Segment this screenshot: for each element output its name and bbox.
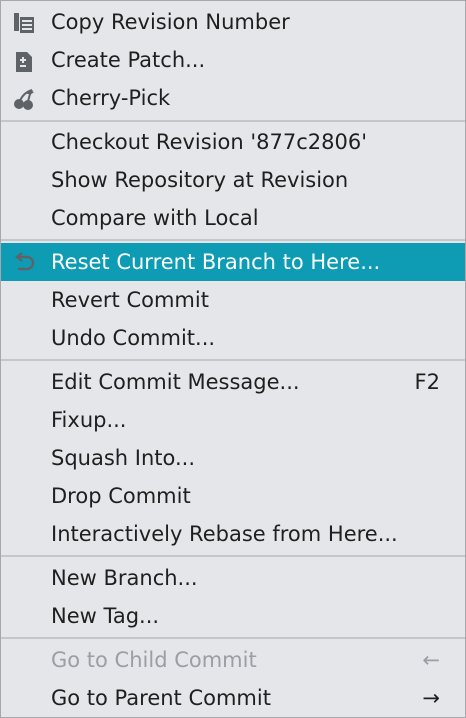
menu-item-label: Show Repository at Revision <box>51 168 349 192</box>
menu-item-label: Revert Commit <box>51 288 209 312</box>
left-arrow-shortcut: ← <box>422 648 440 672</box>
menu-item-label: Fixup... <box>51 408 127 432</box>
menu-item-label: Compare with Local <box>51 206 259 230</box>
menu-item-shortcut: F2 <box>414 370 440 394</box>
menu-item-label: Undo Commit... <box>51 326 216 350</box>
context-menu: Copy Revision Number Create Patch... Che… <box>0 0 466 718</box>
menu-item-show-repository-at-revision[interactable]: Show Repository at Revision <box>1 161 465 199</box>
menu-separator <box>1 555 465 557</box>
menu-item-label: Drop Commit <box>51 484 191 508</box>
menu-item-label: Checkout Revision '877c2806' <box>51 130 367 154</box>
menu-item-compare-with-local[interactable]: Compare with Local <box>1 199 465 237</box>
menu-item-label: Copy Revision Number <box>51 10 290 34</box>
menu-item-label: Reset Current Branch to Here... <box>51 250 381 274</box>
menu-item-label: New Branch... <box>51 566 198 590</box>
menu-item-reset-current-branch[interactable]: Reset Current Branch to Here... <box>1 243 465 281</box>
menu-item-go-to-child-commit: Go to Child Commit ← <box>1 641 465 679</box>
menu-item-fixup[interactable]: Fixup... <box>1 401 465 439</box>
menu-item-label: Edit Commit Message... <box>51 370 300 394</box>
menu-item-new-branch[interactable]: New Branch... <box>1 559 465 597</box>
menu-item-new-tag[interactable]: New Tag... <box>1 597 465 635</box>
menu-item-drop-commit[interactable]: Drop Commit <box>1 477 465 515</box>
menu-item-undo-commit[interactable]: Undo Commit... <box>1 319 465 357</box>
menu-item-label: Go to Child Commit <box>51 648 257 672</box>
menu-item-copy-revision-number[interactable]: Copy Revision Number <box>1 3 465 41</box>
menu-item-edit-commit-message[interactable]: Edit Commit Message... F2 <box>1 363 465 401</box>
undo-arrow-icon <box>15 252 35 271</box>
menu-item-interactively-rebase[interactable]: Interactively Rebase from Here... <box>1 515 465 553</box>
menu-item-label: Interactively Rebase from Here... <box>51 522 398 546</box>
menu-item-cherry-pick[interactable]: Cherry-Pick <box>1 79 465 117</box>
menu-item-squash-into[interactable]: Squash Into... <box>1 439 465 477</box>
menu-item-label: New Tag... <box>51 604 160 628</box>
menu-item-label: Go to Parent Commit <box>51 686 271 710</box>
menu-separator <box>1 637 465 639</box>
menu-item-label: Create Patch... <box>51 48 206 72</box>
menu-separator <box>1 359 465 361</box>
menu-separator <box>1 239 465 241</box>
menu-item-go-to-parent-commit[interactable]: Go to Parent Commit → <box>1 679 465 717</box>
menu-item-label: Cherry-Pick <box>51 86 171 110</box>
menu-item-revert-commit[interactable]: Revert Commit <box>1 281 465 319</box>
menu-item-create-patch[interactable]: Create Patch... <box>1 41 465 79</box>
cherry-icon <box>14 89 34 110</box>
copy-icon <box>14 13 34 33</box>
menu-item-checkout-revision[interactable]: Checkout Revision '877c2806' <box>1 123 465 161</box>
patch-file-icon <box>16 52 32 72</box>
menu-separator <box>1 120 465 122</box>
menu-item-label: Squash Into... <box>51 446 196 470</box>
right-arrow-shortcut: → <box>422 686 440 710</box>
